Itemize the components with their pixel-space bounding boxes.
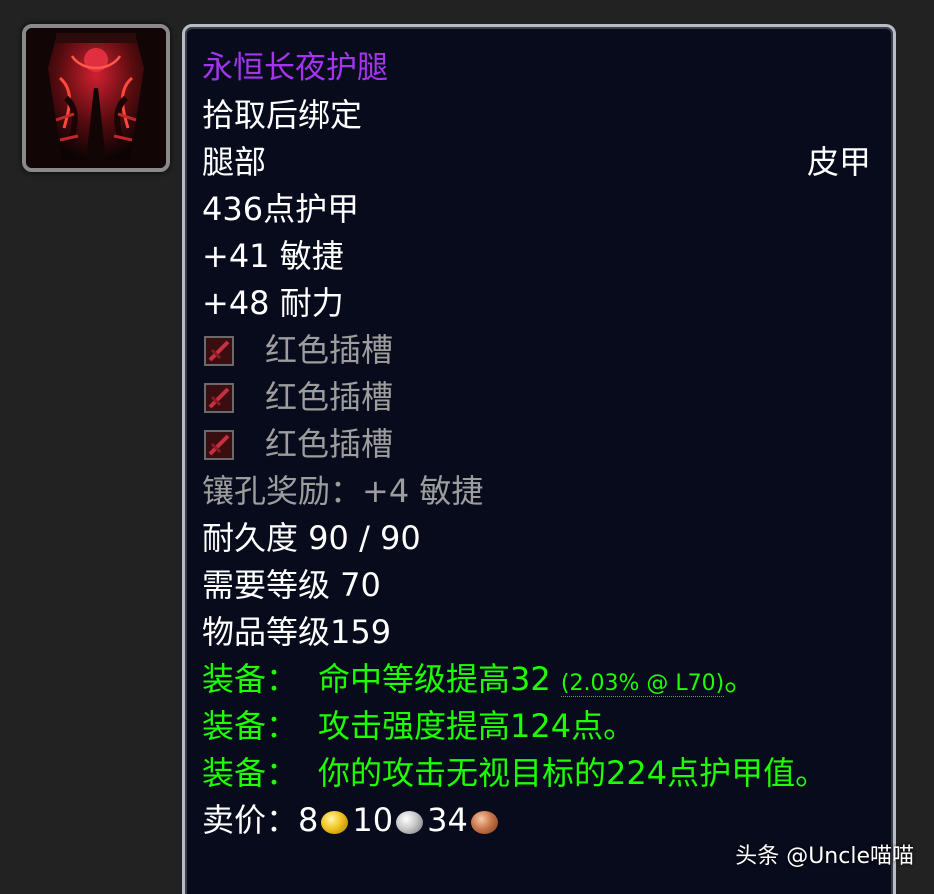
required-level: 需要等级 70 bbox=[202, 566, 381, 604]
silver-amount: 10 bbox=[352, 801, 394, 839]
red-socket-icon bbox=[204, 335, 234, 366]
red-socket-icon bbox=[204, 429, 234, 460]
socket-label: 红色插槽 bbox=[265, 425, 394, 463]
armor-type: 皮甲 bbox=[806, 143, 871, 181]
gold-coin-icon bbox=[321, 811, 349, 834]
equip-label: 装备： bbox=[202, 754, 299, 792]
screen: 永恒长夜护腿 拾取后绑定 腿部 皮甲 436点护甲 +41 敏捷 +48 耐力 … bbox=[0, 0, 934, 894]
socket-bonus: 镶孔奖励：+4 敏捷 bbox=[202, 472, 484, 510]
slot-row: 腿部 皮甲 bbox=[202, 139, 871, 186]
sell-price-label: 卖价： bbox=[202, 801, 299, 839]
watermark: 头条 @Uncle喵喵 bbox=[735, 844, 914, 869]
equip-effect-attack-power: 装备： 攻击强度提高124点。 bbox=[202, 703, 871, 750]
armor-value: 436点护甲 bbox=[202, 190, 360, 228]
socket-label: 红色插槽 bbox=[265, 331, 394, 369]
item-slot: 腿部 bbox=[202, 143, 267, 181]
socket-row: 红色插槽 bbox=[202, 421, 871, 468]
stat-agility: +41 敏捷 bbox=[202, 237, 344, 275]
equip-text: 命中等级提高32 bbox=[318, 660, 551, 698]
socket-label: 红色插槽 bbox=[265, 378, 394, 416]
leather-legs-icon bbox=[26, 28, 166, 168]
bind-type: 拾取后绑定 bbox=[202, 96, 363, 134]
socket-row: 红色插槽 bbox=[202, 327, 871, 374]
red-socket-icon bbox=[204, 382, 234, 413]
sell-price: 卖价：8 10 34 bbox=[202, 797, 871, 844]
equip-suffix: 。 bbox=[724, 660, 757, 698]
durability: 耐久度 90 / 90 bbox=[202, 519, 421, 557]
equip-text: 攻击强度提高124点。 bbox=[318, 707, 636, 745]
equip-effect-hit: 装备： 命中等级提高32 (2.03% @ L70)。 bbox=[202, 656, 871, 703]
item-tooltip: 永恒长夜护腿 拾取后绑定 腿部 皮甲 436点护甲 +41 敏捷 +48 耐力 … bbox=[182, 24, 896, 894]
gold-amount: 8 bbox=[298, 801, 319, 839]
item-level: 物品等级159 bbox=[202, 613, 392, 651]
equip-text: 你的攻击无视目标的224点护甲值。 bbox=[318, 754, 828, 792]
item-name: 永恒长夜护腿 bbox=[202, 50, 388, 86]
copper-amount: 34 bbox=[427, 801, 468, 839]
copper-coin-icon bbox=[470, 811, 498, 834]
silver-coin-icon bbox=[396, 811, 424, 834]
stat-stamina: +48 耐力 bbox=[202, 284, 344, 322]
item-icon[interactable] bbox=[22, 24, 170, 172]
equip-label: 装备： bbox=[202, 660, 299, 698]
equip-label: 装备： bbox=[202, 707, 299, 745]
equip-effect-armor-penetration: 装备： 你的攻击无视目标的224点护甲值。 bbox=[202, 750, 871, 797]
hit-rating-note[interactable]: (2.03% @ L70) bbox=[560, 671, 725, 697]
socket-row: 红色插槽 bbox=[202, 374, 871, 421]
